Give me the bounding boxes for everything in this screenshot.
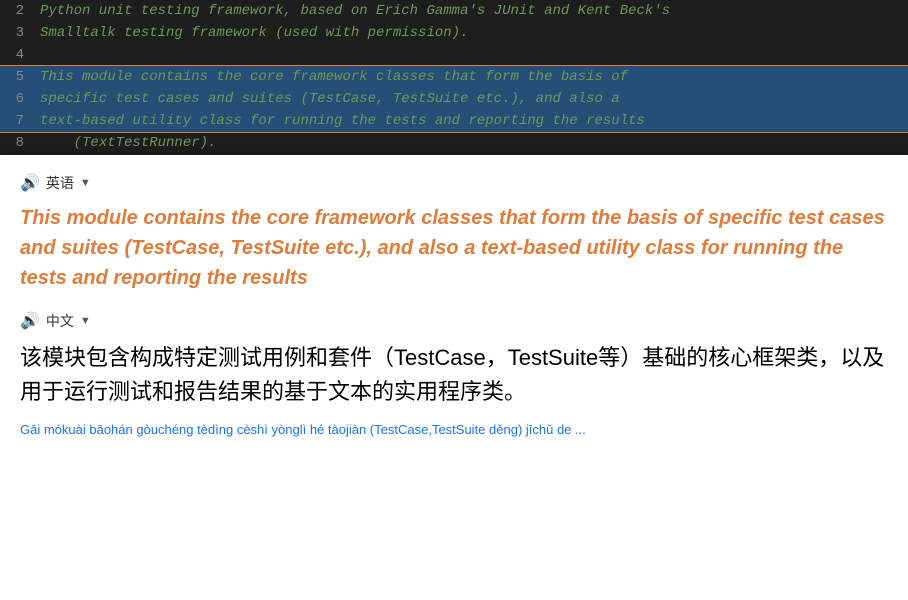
line-number-2: 2 xyxy=(0,0,40,22)
code-line-2: 2 Python unit testing framework, based o… xyxy=(0,0,908,22)
code-line-5: 5 This module contains the core framewor… xyxy=(0,66,908,88)
line-number-3: 3 xyxy=(0,22,40,44)
line-number-5: 5 xyxy=(0,66,40,88)
code-line-8: 8 (TextTestRunner). xyxy=(0,132,908,154)
speaker-icon-source: 🔊 xyxy=(20,173,40,193)
line-number-4: 4 xyxy=(0,44,40,66)
code-text-2: Python unit testing framework, based on … xyxy=(40,0,670,22)
code-text-5: This module contains the core framework … xyxy=(40,66,628,88)
source-lang-dropdown-icon: ▼ xyxy=(80,177,91,189)
translated-text: 该模块包含构成特定测试用例和套件（TestCase，TestSuite等）基础的… xyxy=(20,341,888,409)
code-text-6: specific test cases and suites (TestCase… xyxy=(40,88,620,110)
line-number-8: 8 xyxy=(0,132,40,154)
line-number-7: 7 xyxy=(0,110,40,132)
code-line-4: 4 xyxy=(0,44,908,66)
highlighted-lines: 5 This module contains the core framewor… xyxy=(0,66,908,132)
source-lang-label: 英语 xyxy=(46,173,74,193)
target-lang-dropdown-icon: ▼ xyxy=(80,315,91,327)
speaker-icon-target: 🔊 xyxy=(20,311,40,331)
code-line-3: 3 Smalltalk testing framework (used with… xyxy=(0,22,908,44)
code-line-6: 6 specific test cases and suites (TestCa… xyxy=(0,88,908,110)
code-text-7: text-based utility class for running the… xyxy=(40,110,645,132)
source-text: This module contains the core framework … xyxy=(20,203,888,293)
code-editor: 2 Python unit testing framework, based o… xyxy=(0,0,908,175)
romanization-text: Gāi mókuài bāohán gòuchéng tèdìng cèshì … xyxy=(20,421,888,439)
code-text-3: Smalltalk testing framework (used with p… xyxy=(40,22,468,44)
tooltip-arrow xyxy=(436,173,472,193)
translation-popup: 🔊 英语 ▼ This module contains the core fra… xyxy=(0,155,908,600)
line-number-6: 6 xyxy=(0,88,40,110)
code-line-7: 7 text-based utility class for running t… xyxy=(0,110,908,132)
target-lang-label: 中文 xyxy=(46,311,74,331)
code-text-8: (TextTestRunner). xyxy=(40,132,216,154)
target-lang-header[interactable]: 🔊 中文 ▼ xyxy=(20,311,888,331)
